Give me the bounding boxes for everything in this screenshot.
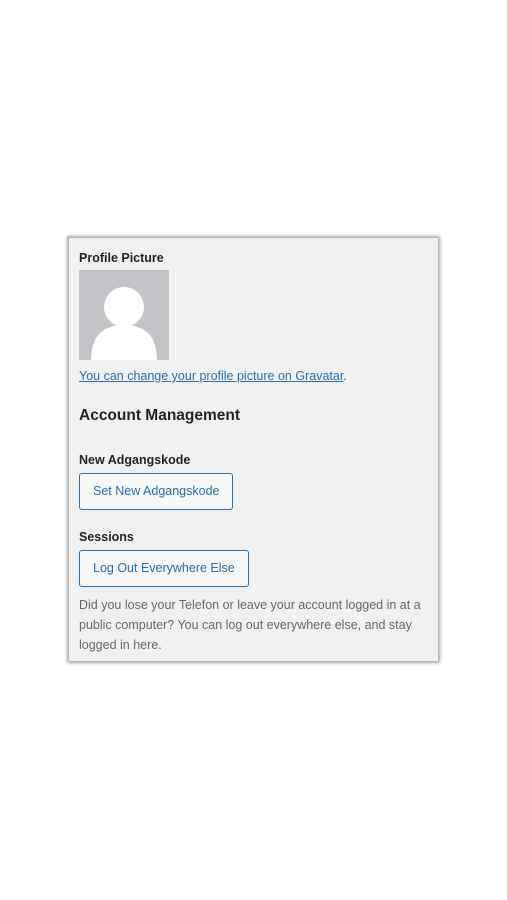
gravatar-link[interactable]: You can change your profile picture on G… [79, 369, 343, 383]
gravatar-line: You can change your profile picture on G… [79, 369, 347, 383]
log-out-everywhere-else-button[interactable]: Log Out Everywhere Else [79, 550, 249, 587]
default-avatar-icon [79, 270, 169, 360]
person-silhouette-icon [79, 270, 169, 360]
account-management-heading: Account Management [79, 407, 241, 424]
sessions-description: Did you lose your Telefon or leave your … [79, 598, 421, 652]
profile-settings-panel: Profile Picture You can change your prof… [69, 238, 438, 661]
sessions-label: Sessions [79, 530, 134, 544]
gravatar-suffix: . [343, 369, 347, 383]
set-new-password-button[interactable]: Set New Adgangskode [79, 473, 234, 510]
profile-picture-label: Profile Picture [79, 251, 164, 265]
new-password-label: New Adgangskode [79, 453, 191, 467]
